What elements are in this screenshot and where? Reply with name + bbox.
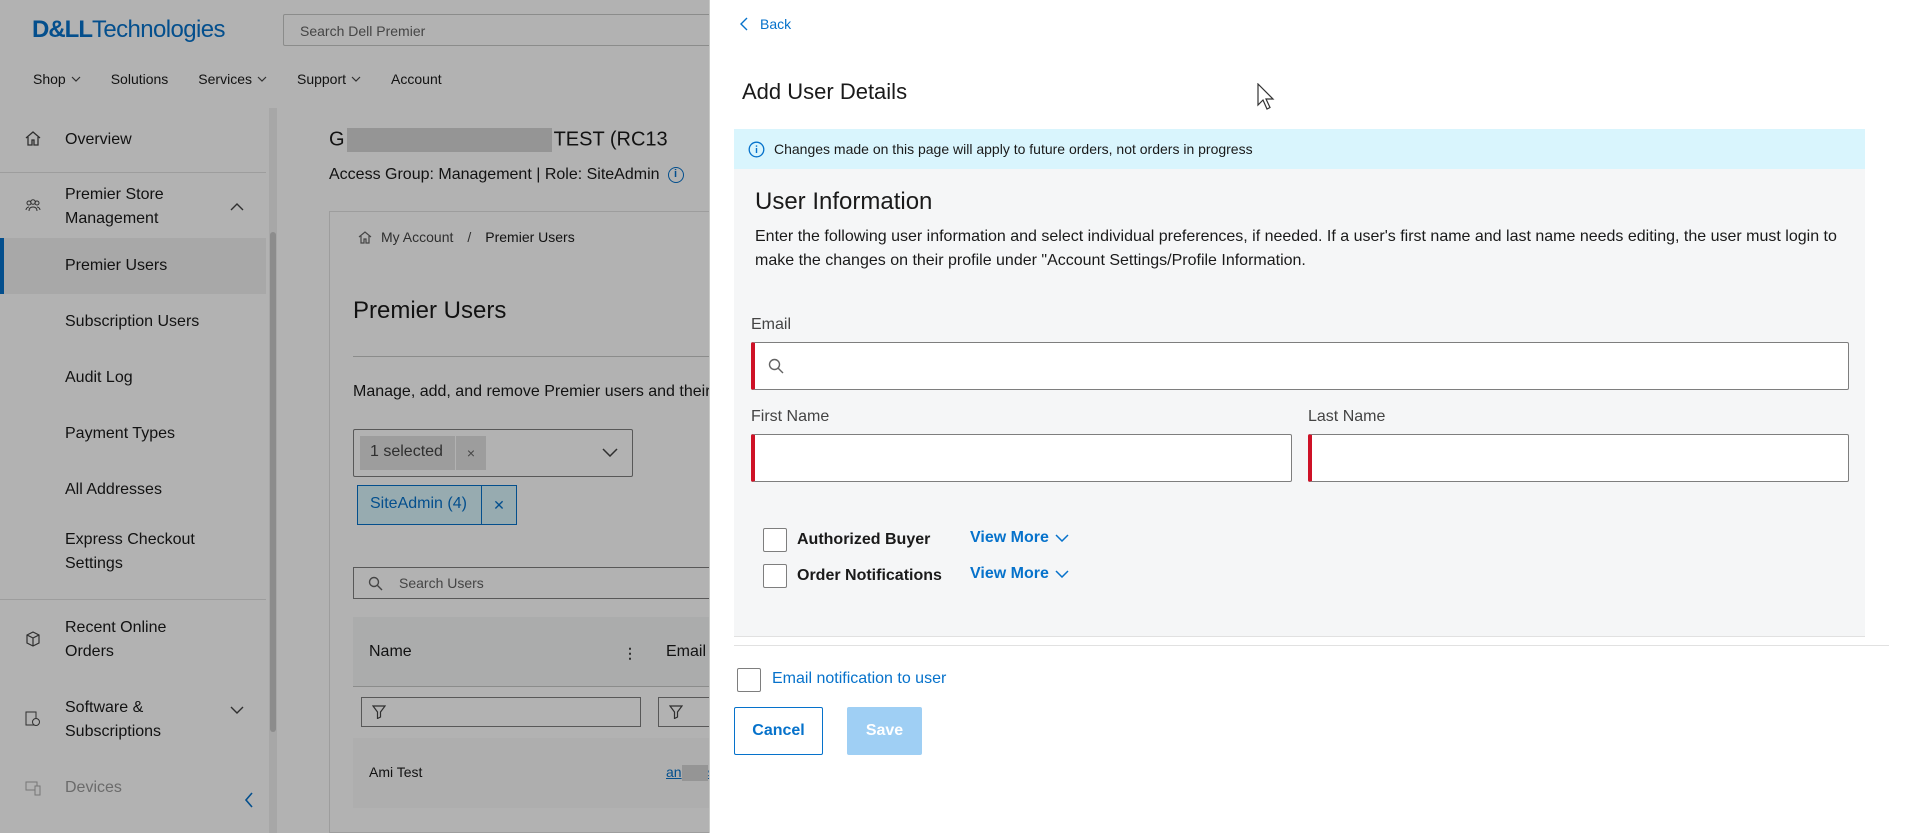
first-name-input[interactable] <box>755 435 1291 481</box>
info-banner: Changes made on this page will apply to … <box>734 129 1865 169</box>
email-notification-checkbox[interactable] <box>737 668 761 692</box>
last-name-input[interactable] <box>1312 435 1848 481</box>
last-name-label: Last Name <box>1308 408 1386 425</box>
order-notifications-label[interactable]: Order Notifications <box>797 567 942 585</box>
order-notifications-checkbox[interactable] <box>763 564 787 588</box>
email-notification-label[interactable]: Email notification to user <box>772 670 946 688</box>
drawer-title: Add User Details <box>742 79 908 104</box>
email-input[interactable] <box>755 343 1848 389</box>
chevron-down-icon <box>1055 570 1069 578</box>
first-name-label: First Name <box>751 408 830 425</box>
chevron-down-icon <box>1055 534 1069 542</box>
cancel-button[interactable]: Cancel <box>734 707 823 755</box>
last-name-field[interactable] <box>1308 434 1849 482</box>
email-field[interactable] <box>751 342 1849 390</box>
mouse-cursor-icon <box>1257 83 1275 110</box>
add-user-drawer: Back Add User Details Changes made on th… <box>709 0 1910 833</box>
chevron-left-icon <box>740 17 748 31</box>
save-button[interactable]: Save <box>847 707 922 755</box>
info-icon <box>748 141 765 158</box>
authorized-buyer-view-more[interactable]: View More <box>970 529 1069 547</box>
section-description: Enter the following user information and… <box>755 228 1837 269</box>
back-link[interactable]: Back <box>740 16 791 32</box>
authorized-buyer-checkbox[interactable] <box>763 528 787 552</box>
section-title: User Information <box>755 188 933 215</box>
order-notifications-view-more[interactable]: View More <box>970 565 1069 583</box>
authorized-buyer-label[interactable]: Authorized Buyer <box>797 531 930 549</box>
email-label: Email <box>751 316 792 333</box>
modal-overlay[interactable] <box>0 0 710 833</box>
search-icon <box>768 358 784 374</box>
first-name-field[interactable] <box>751 434 1292 482</box>
